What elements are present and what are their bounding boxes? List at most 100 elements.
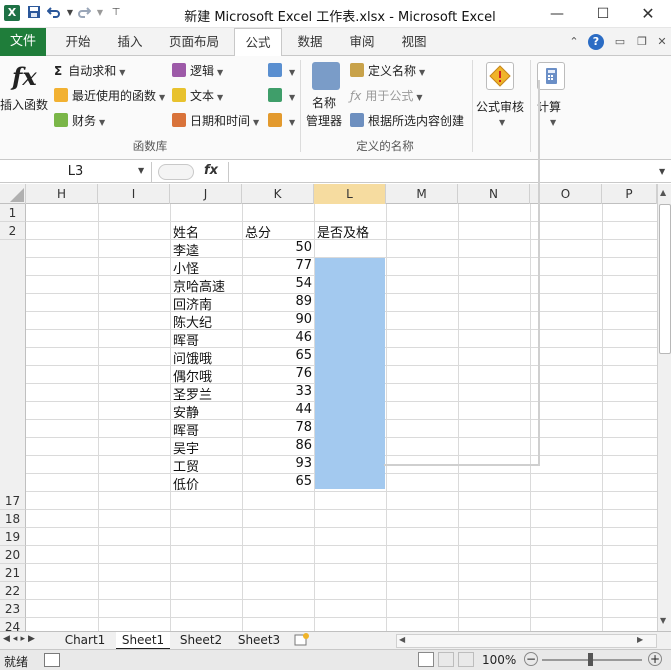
autosum-button[interactable]: Σ 自动求和 ▼ [54,62,125,80]
scroll-down-icon[interactable]: ▼ [660,616,666,625]
row-header-23[interactable]: 23 [0,600,26,618]
sheet-nav-icons[interactable]: ◀◂▸▶ [3,634,38,644]
score-cell[interactable]: 50 [244,240,312,255]
select-all-corner[interactable] [0,184,26,204]
save-icon[interactable] [26,5,42,21]
lookup-reference-button[interactable]: ▼ [268,62,295,80]
recently-used-button[interactable]: 最近使用的函数 ▼ [54,87,165,105]
undo-icon[interactable] [46,5,62,21]
close-icon[interactable]: ✕ [625,0,671,28]
macro-record-icon[interactable] [44,653,60,667]
insert-sheet-icon[interactable] [294,633,310,647]
scroll-right-icon[interactable]: ▶ [637,635,643,644]
scroll-left-icon[interactable]: ◀ [399,635,405,644]
define-name-button[interactable]: 定义名称 ▼ [350,62,425,80]
text-button[interactable]: 文本 ▼ [172,87,223,105]
expand-formula-bar-icon[interactable]: ▼ [659,167,665,176]
math-trig-button[interactable]: ▼ [268,87,295,105]
name-box[interactable]: L3 [0,162,152,182]
tab-data[interactable]: 数据 [290,28,330,56]
page-break-view-icon[interactable] [458,652,474,667]
name-cell[interactable]: 晖哥 [173,330,199,349]
create-from-selection-button[interactable]: 根据所选内容创建 [350,112,464,130]
score-cell[interactable]: 54 [244,276,312,291]
score-cell[interactable]: 93 [244,456,312,471]
excel-app-icon[interactable]: X [4,5,20,21]
sheet-tab-chart1[interactable]: Chart1 [58,632,112,649]
name-cell[interactable]: 晖哥 [173,420,199,439]
score-cell[interactable]: 86 [244,438,312,453]
workbook-close-icon[interactable]: ✕ [654,34,670,50]
score-cell[interactable]: 33 [244,384,312,399]
tab-view[interactable]: 视图 [394,28,434,56]
vertical-scroll-thumb[interactable] [659,204,671,354]
help-icon[interactable]: ? [588,34,604,50]
zoom-in-icon[interactable]: + [648,652,662,666]
row-header-2[interactable]: 2 [0,222,26,240]
insert-function-fx-icon[interactable]: fx [204,163,218,178]
logical-button[interactable]: 逻辑 ▼ [172,62,223,80]
row-header-1[interactable]: 1 [0,204,26,222]
name-cell[interactable]: 陈大纪 [173,312,212,331]
row-headers-3-16[interactable] [0,240,26,492]
row-header-22[interactable]: 22 [0,582,26,600]
name-cell[interactable]: 李逵 [173,240,199,259]
workbook-restore-icon[interactable]: ❐ [634,34,650,50]
redo-dropdown-icon[interactable]: ▼ [92,5,108,21]
name-cell[interactable]: 问饿哦 [173,348,212,367]
name-cell[interactable]: 圣罗兰 [173,384,212,403]
row-header-19[interactable]: 19 [0,528,26,546]
name-cell[interactable]: 回济南 [173,294,212,313]
name-cell[interactable]: 吴宇 [173,438,199,457]
vertical-scrollbar[interactable]: ▲ ▼ [657,184,671,631]
zoom-level[interactable]: 100% [482,653,516,667]
column-header-p[interactable]: P [602,184,657,204]
sheet-tab-sheet2[interactable]: Sheet2 [174,632,228,649]
sheet-tab-sheet1[interactable]: Sheet1 [116,632,170,649]
name-cell[interactable]: 安静 [173,402,199,421]
score-cell[interactable]: 44 [244,402,312,417]
financial-button[interactable]: 财务 ▼ [54,112,105,130]
tab-insert[interactable]: 插入 [110,28,150,56]
score-cell[interactable]: 78 [244,420,312,435]
column-header-n[interactable]: N [458,184,530,204]
score-cell[interactable]: 90 [244,312,312,327]
column-header-l[interactable]: L [314,184,386,204]
maximize-icon[interactable]: ☐ [580,0,626,28]
name-cell[interactable]: 小怪 [173,258,199,277]
row-header-20[interactable]: 20 [0,546,26,564]
horizontal-scrollbar[interactable]: ◀ ▶ [396,634,657,648]
insert-function-button[interactable]: fx 插入函数 [0,60,48,120]
row-header-21[interactable]: 21 [0,564,26,582]
scroll-up-icon[interactable]: ▲ [660,188,666,197]
minimize-icon[interactable]: — [534,0,580,28]
formula-auditing-button[interactable]: 公式审核 ▼ [476,60,526,132]
column-header-j[interactable]: J [170,184,242,204]
redo-icon[interactable] [76,5,92,21]
formula-bar-resize-handle[interactable] [158,164,194,180]
name-cell[interactable]: 京哈高速 [173,276,225,295]
column-header-i[interactable]: I [98,184,170,204]
score-cell[interactable]: 77 [244,258,312,273]
more-functions-button[interactable]: ▼ [268,112,295,130]
tab-formulas[interactable]: 公式 [234,28,282,57]
zoom-slider-handle[interactable] [588,653,593,666]
selected-range[interactable] [315,258,385,489]
score-cell[interactable]: 65 [244,474,312,489]
name-cell[interactable]: 工贸 [173,456,199,475]
header-cell-pass[interactable]: 是否及格 [317,222,369,241]
row-header-18[interactable]: 18 [0,510,26,528]
score-cell[interactable]: 76 [244,366,312,381]
tab-file[interactable]: 文件 [0,28,46,56]
tab-review[interactable]: 审阅 [342,28,382,56]
normal-view-icon[interactable] [418,652,434,667]
sheet-tab-sheet3[interactable]: Sheet3 [232,632,286,649]
row-header-17[interactable]: 17 [0,492,26,510]
formula-input[interactable] [228,162,655,182]
name-manager-button[interactable]: 名称 管理器 [304,60,346,132]
workbook-minimize-icon[interactable]: ▭ [612,34,628,50]
calculation-button[interactable]: 计算 ▼ [534,60,568,132]
header-cell-score[interactable]: 总分 [245,222,271,241]
name-box-dropdown-icon[interactable]: ▼ [138,166,144,175]
page-layout-view-icon[interactable] [438,652,454,667]
